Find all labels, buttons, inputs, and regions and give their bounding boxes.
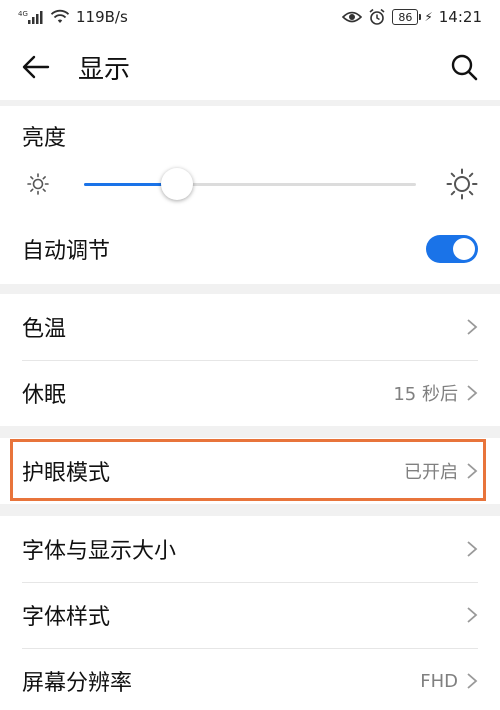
section-separator bbox=[0, 284, 500, 294]
network-type: 4G bbox=[18, 10, 28, 18]
battery-level: 86 bbox=[398, 10, 413, 24]
auto-brightness-label: 自动调节 bbox=[22, 239, 111, 264]
wifi-icon bbox=[50, 9, 70, 23]
color-temperature-row[interactable]: 色温 bbox=[22, 294, 478, 360]
eye-comfort-row[interactable]: 护眼模式 已开启 bbox=[22, 438, 478, 504]
section-separator bbox=[0, 426, 500, 438]
eye-comfort-section: 护眼模式 已开启 bbox=[0, 438, 500, 504]
app-header: 显示 bbox=[0, 34, 500, 100]
row-value: 15 秒后 bbox=[393, 384, 458, 405]
row-value: FHD bbox=[420, 670, 458, 692]
charging-icon: ⚡ bbox=[424, 10, 433, 24]
chevron-right-icon bbox=[467, 541, 478, 557]
battery-icon: 86 bbox=[392, 9, 422, 25]
slider-track[interactable] bbox=[84, 168, 416, 200]
sleep-row[interactable]: 休眠 15 秒后 bbox=[22, 360, 478, 426]
row-label: 护眼模式 bbox=[22, 461, 111, 486]
row-label: 字体样式 bbox=[22, 605, 111, 630]
font-style-row[interactable]: 字体样式 bbox=[22, 582, 478, 648]
brightness-label: 亮度 bbox=[22, 126, 67, 151]
brightness-low-icon bbox=[27, 173, 49, 195]
alarm-icon bbox=[369, 8, 385, 25]
chevron-right-icon bbox=[467, 607, 478, 623]
row-label: 字体与显示大小 bbox=[22, 539, 177, 564]
row-label: 休眠 bbox=[22, 383, 67, 408]
slider-thumb[interactable] bbox=[160, 168, 193, 200]
row-label: 色温 bbox=[22, 317, 67, 342]
search-icon[interactable] bbox=[450, 53, 478, 81]
settings-group-3: 字体与显示大小 字体样式 屏幕分辨率 FHD bbox=[0, 516, 500, 710]
back-arrow-icon[interactable] bbox=[22, 53, 50, 81]
brightness-slider[interactable] bbox=[22, 164, 478, 204]
screen-resolution-row[interactable]: 屏幕分辨率 FHD bbox=[22, 648, 478, 710]
eye-icon bbox=[342, 11, 363, 23]
network-speed: 119B/s bbox=[76, 8, 128, 26]
toggle-knob bbox=[453, 238, 475, 260]
row-label: 屏幕分辨率 bbox=[22, 671, 133, 696]
chevron-right-icon bbox=[467, 385, 478, 401]
brightness-section: 亮度 自动调节 bbox=[0, 106, 500, 284]
font-display-size-row[interactable]: 字体与显示大小 bbox=[22, 516, 478, 582]
row-value: 已开启 bbox=[404, 462, 458, 483]
clock: 14:21 bbox=[438, 8, 482, 26]
auto-brightness-row[interactable]: 自动调节 bbox=[22, 216, 478, 282]
auto-brightness-toggle[interactable] bbox=[426, 235, 478, 263]
signal-icon: 4G bbox=[18, 10, 43, 24]
brightness-high-icon bbox=[446, 168, 478, 200]
chevron-right-icon bbox=[467, 463, 478, 479]
section-separator bbox=[0, 504, 500, 516]
page-title: 显示 bbox=[78, 54, 131, 85]
chevron-right-icon bbox=[467, 319, 478, 335]
chevron-right-icon bbox=[467, 673, 478, 689]
settings-group-1: 色温 休眠 15 秒后 bbox=[0, 294, 500, 426]
status-bar: 4G 119B/s 86 ⚡ 14:21 bbox=[0, 0, 500, 34]
